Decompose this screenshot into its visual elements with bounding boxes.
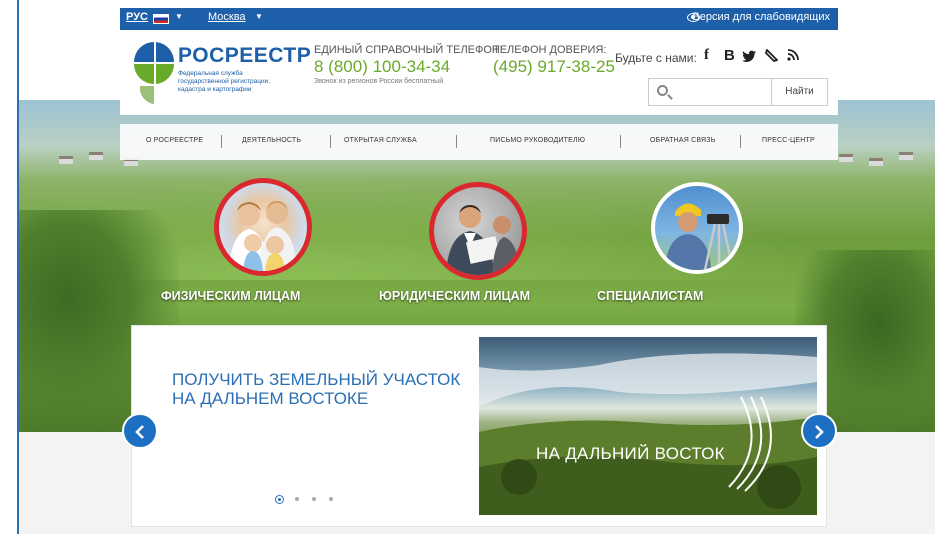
accessible-version-link[interactable]: Версия для слабовидящих — [692, 11, 830, 23]
chevron-right-icon — [815, 425, 824, 439]
vk-icon[interactable]: B — [724, 47, 735, 64]
main-nav: О РОСРЕЕСТРЕ ДЕЯТЕЛЬНОСТЬ ОТКРЫТАЯ СЛУЖБ… — [120, 124, 838, 160]
nav-item-about[interactable]: О РОСРЕЕСТРЕ — [146, 137, 203, 144]
flag-ru-icon[interactable] — [153, 14, 169, 24]
facebook-icon[interactable]: f — [704, 47, 709, 64]
chevron-down-icon[interactable]: ▼ — [255, 12, 263, 21]
specialists-photo[interactable] — [651, 182, 743, 274]
nav-divider — [456, 135, 457, 148]
trust-phone-label: ТЕЛЕФОН ДОВЕРИЯ: — [493, 44, 607, 56]
house — [899, 152, 913, 160]
hotline-note: Звонок из регионов России бесплатный — [314, 78, 444, 85]
rss-icon[interactable] — [787, 49, 799, 61]
news-slider: ПОЛУЧИТЬ ЗЕМЕЛЬНЫЙ УЧАСТОК НА ДАЛЬНЕМ ВО… — [131, 325, 827, 527]
nav-divider — [740, 135, 741, 148]
slide-image-caption: НА ДАЛЬНИЙ ВОСТОК — [536, 444, 725, 463]
slider-next-button[interactable] — [801, 413, 837, 449]
nav-item-activity[interactable]: ДЕЯТЕЛЬНОСТЬ — [242, 137, 301, 144]
slide-image[interactable]: НА ДАЛЬНИЙ ВОСТОК — [479, 337, 817, 515]
legal-entities-photo[interactable] — [429, 182, 527, 280]
nav-divider — [330, 135, 331, 148]
logo-title[interactable]: РОСРЕЕСТР — [178, 44, 311, 68]
specialists-label[interactable]: СПЕЦИАЛИСТАМ — [597, 289, 797, 303]
logo-subtitle: Федеральная служба государственной регис… — [178, 70, 271, 93]
livejournal-icon[interactable] — [765, 49, 778, 62]
slide-landscape — [479, 353, 817, 515]
slider-prev-button[interactable] — [122, 413, 158, 449]
slider-dot[interactable] — [295, 497, 299, 501]
city-selector[interactable]: Москва — [208, 11, 246, 23]
nav-divider — [221, 135, 222, 148]
search-box[interactable]: Найти — [648, 78, 828, 106]
search-button[interactable]: Найти — [771, 79, 827, 105]
slider-dot[interactable] — [312, 497, 316, 501]
hotline-label: ЕДИНЫЙ СПРАВОЧНЫЙ ТЕЛЕФОН: — [314, 44, 503, 56]
trust-phone-number[interactable]: (495) 917-38-25 — [493, 57, 615, 77]
nav-item-letter[interactable]: ПИСЬМО РУКОВОДИТЕЛЮ — [490, 137, 585, 144]
nav-item-press[interactable]: ПРЕСС-ЦЕНТР — [762, 137, 815, 144]
language-switch[interactable]: РУС — [126, 11, 148, 23]
chevron-left-icon — [135, 425, 144, 439]
social-label: Будьте с нами: — [615, 51, 697, 65]
slider-dot[interactable] — [329, 497, 333, 501]
slide-title[interactable]: ПОЛУЧИТЬ ЗЕМЕЛЬНЫЙ УЧАСТОК НА ДАЛЬНЕМ ВО… — [172, 370, 472, 408]
house — [869, 158, 883, 166]
top-bar: РУС ▼ Москва ▼ Версия для слабовидящих — [120, 8, 838, 30]
site-header: РОСРЕЕСТР Федеральная служба государстве… — [120, 30, 838, 115]
house — [59, 156, 73, 164]
individuals-photo[interactable] — [214, 178, 312, 276]
house — [839, 154, 853, 162]
legal-entities-label[interactable]: ЮРИДИЧЕСКИМ ЛИЦАМ — [379, 289, 579, 303]
hotline-number[interactable]: 8 (800) 100-34-34 — [314, 57, 450, 77]
chevron-down-icon[interactable]: ▼ — [175, 12, 183, 21]
rosreestr-logo-icon[interactable] — [132, 40, 176, 106]
business-photo — [446, 205, 520, 275]
individuals-label[interactable]: ФИЗИЧЕСКИМ ЛИЦАМ — [161, 289, 361, 303]
family-photo — [229, 201, 297, 271]
search-icon — [657, 85, 668, 96]
house — [89, 152, 103, 160]
nav-item-feedback[interactable]: ОБРАТНАЯ СВЯЗЬ — [650, 137, 716, 144]
surveyor-photo — [665, 203, 735, 270]
nav-item-open-service[interactable]: ОТКРЫТАЯ СЛУЖБА — [344, 137, 417, 144]
twitter-icon[interactable] — [742, 50, 757, 62]
nav-divider — [620, 135, 621, 148]
slider-dot-active[interactable] — [275, 495, 284, 504]
